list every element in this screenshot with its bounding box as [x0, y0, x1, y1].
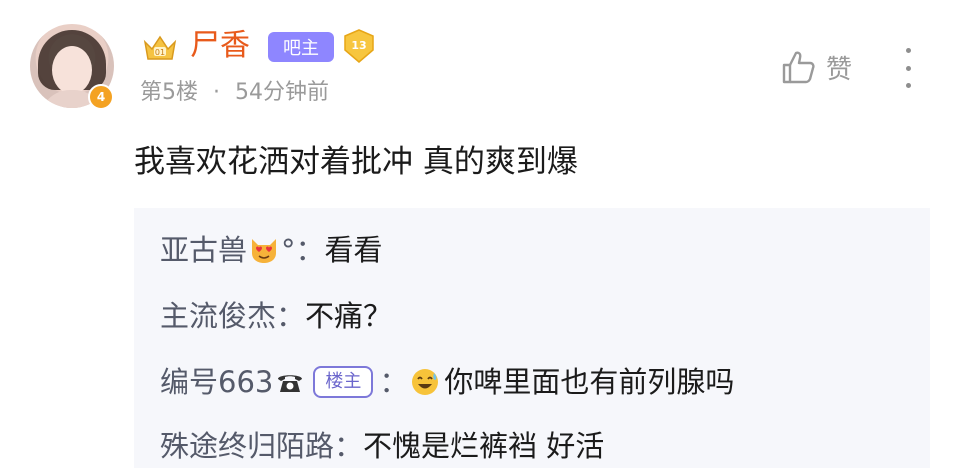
- grade-level: 13: [351, 39, 366, 52]
- like-label: 赞: [826, 54, 853, 85]
- owner-badge: 吧主: [268, 32, 334, 62]
- reply-item[interactable]: 主流俊杰： 不痛？: [160, 296, 392, 336]
- telephone-icon: [278, 375, 303, 392]
- post-time: 54分钟前: [235, 80, 329, 105]
- reply-list[interactable]: 亚古兽 °： 看看 主流俊杰： 不痛？ 编号663 楼主 ： 你啤里面也有前列腺: [134, 208, 930, 468]
- svg-text:01: 01: [155, 48, 165, 57]
- sweat-smile-icon: [412, 369, 439, 395]
- floor-number: 第5楼: [140, 80, 198, 105]
- post-content: 我喜欢花洒对着批冲 真的爽到爆: [134, 144, 578, 180]
- reply-text: 不痛？: [305, 299, 393, 333]
- reply-author[interactable]: 亚古兽: [160, 230, 247, 270]
- reply-text: 不愧是烂裤裆 好活: [363, 429, 605, 463]
- like-button[interactable]: 赞: [780, 48, 852, 86]
- reply-colon: ：: [379, 365, 409, 399]
- username[interactable]: 尸香: [190, 26, 250, 66]
- reply-item[interactable]: 亚古兽 °： 看看: [160, 230, 383, 270]
- post-meta: 第5楼 · 54分钟前: [140, 78, 329, 108]
- thumbs-up-icon: [782, 51, 815, 84]
- crown-icon: 01: [143, 35, 177, 60]
- avatar-level-badge: 4: [88, 84, 114, 110]
- grade-badge-icon: 13: [344, 29, 374, 63]
- meta-separator: ·: [213, 80, 220, 105]
- reply-author[interactable]: 主流俊杰：: [160, 296, 305, 336]
- heart-eyes-cat-icon: [252, 239, 277, 263]
- more-options-button[interactable]: [896, 48, 920, 88]
- reply-author[interactable]: 殊途终归陌路：: [160, 426, 363, 466]
- thread-starter-badge: 楼主: [313, 366, 374, 398]
- reply-text: 你啤里面也有前列腺吗: [444, 365, 735, 399]
- reply-item[interactable]: 殊途终归陌路： 不愧是烂裤裆 好活: [160, 426, 604, 466]
- reply-author-suffix: °：: [281, 233, 325, 267]
- reply-item[interactable]: 编号663 楼主 ： 你啤里面也有前列腺吗: [160, 362, 734, 402]
- reply-text: 看看: [324, 233, 383, 267]
- reply-author[interactable]: 编号663: [160, 362, 273, 402]
